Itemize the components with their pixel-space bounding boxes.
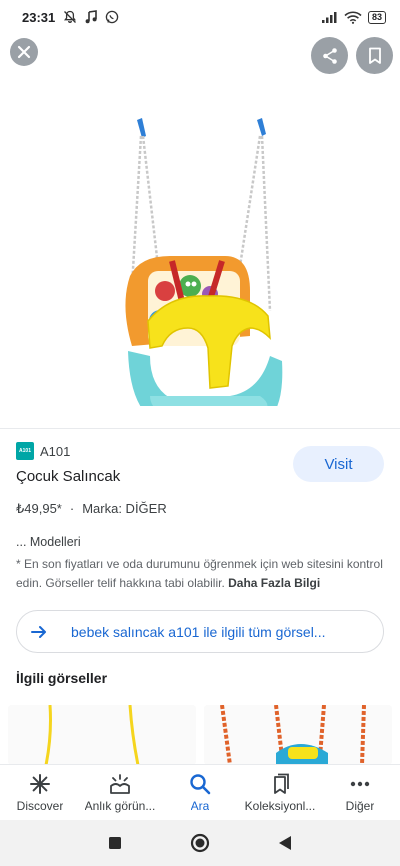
price: ₺49,95* xyxy=(16,501,62,516)
share-icon xyxy=(322,47,337,64)
nav-label: Anlık görün... xyxy=(84,798,156,813)
source-name: A101 xyxy=(40,443,71,459)
nav-label: Discover xyxy=(16,798,64,813)
close-icon xyxy=(17,45,31,59)
signal-icon xyxy=(321,12,337,23)
swing-thumbnail xyxy=(8,705,196,765)
search-icon xyxy=(190,773,211,794)
image-viewer xyxy=(0,34,400,426)
disclaimer: * En son fiyatları ve oda durumunu öğren… xyxy=(16,555,386,593)
close-button[interactable] xyxy=(10,38,38,66)
disclaimer-text: * En son fiyatları ve oda durumunu öğren… xyxy=(16,557,383,590)
nav-collections[interactable]: Koleksiyonl... xyxy=(240,765,320,820)
back-icon[interactable] xyxy=(278,835,292,851)
brand: Marka: DİĞER xyxy=(82,501,167,516)
system-navigation-bar xyxy=(0,820,400,866)
bookmark-icon xyxy=(368,47,381,64)
status-time: 23:31 xyxy=(22,9,56,25)
collections-icon xyxy=(274,773,289,794)
whatsapp-icon xyxy=(106,10,119,24)
nav-label: Ara xyxy=(190,798,210,813)
nav-more[interactable]: Diğer xyxy=(320,765,400,820)
related-images-title: İlgili görseller xyxy=(16,670,108,686)
home-icon[interactable] xyxy=(190,833,210,853)
product-image-swing xyxy=(125,118,283,406)
related-image-thumb[interactable] xyxy=(8,705,196,765)
status-bar: 23:31 83 xyxy=(0,0,400,34)
wifi-icon xyxy=(344,11,362,24)
nav-search[interactable]: Ara xyxy=(160,765,240,820)
bottom-navigation: Discover Anlık görün... Ara Koleksiyonl.… xyxy=(0,764,400,820)
nav-label: Diğer xyxy=(345,798,375,813)
a101-logo-icon: A101 xyxy=(16,442,34,460)
visit-button[interactable]: Visit xyxy=(293,446,384,482)
more-info-link[interactable]: Daha Fazla Bilgi xyxy=(228,576,320,590)
mute-bell-icon xyxy=(64,10,77,23)
product-title[interactable]: Çocuk Salıncak xyxy=(16,468,120,485)
battery-indicator: 83 xyxy=(367,10,386,24)
separator: · xyxy=(69,501,75,516)
swing-thumbnail xyxy=(204,705,392,765)
more-icon xyxy=(350,781,370,786)
nav-snapshot[interactable]: Anlık görün... xyxy=(80,765,160,820)
related-search-label: bebek salıncak a101 ile ilgili tüm görse… xyxy=(71,623,326,640)
asterisk-icon xyxy=(30,773,50,794)
related-search-link[interactable]: bebek salıncak a101 ile ilgili tüm görse… xyxy=(16,610,384,653)
related-image-thumb[interactable] xyxy=(204,705,392,765)
price-row: ₺49,95* · Marka: DİĞER xyxy=(16,501,167,517)
save-button[interactable] xyxy=(356,37,393,74)
models-text: ... Modelleri xyxy=(16,535,81,549)
nav-discover[interactable]: Discover xyxy=(0,765,80,820)
snapshot-icon xyxy=(110,773,130,794)
divider xyxy=(0,428,400,429)
arrow-right-icon xyxy=(31,625,46,638)
recents-icon[interactable] xyxy=(108,836,122,850)
source-row[interactable]: A101 A101 xyxy=(16,442,70,460)
share-button[interactable] xyxy=(311,37,348,74)
music-note-icon xyxy=(85,10,98,24)
nav-label: Koleksiyonl... xyxy=(244,798,316,813)
